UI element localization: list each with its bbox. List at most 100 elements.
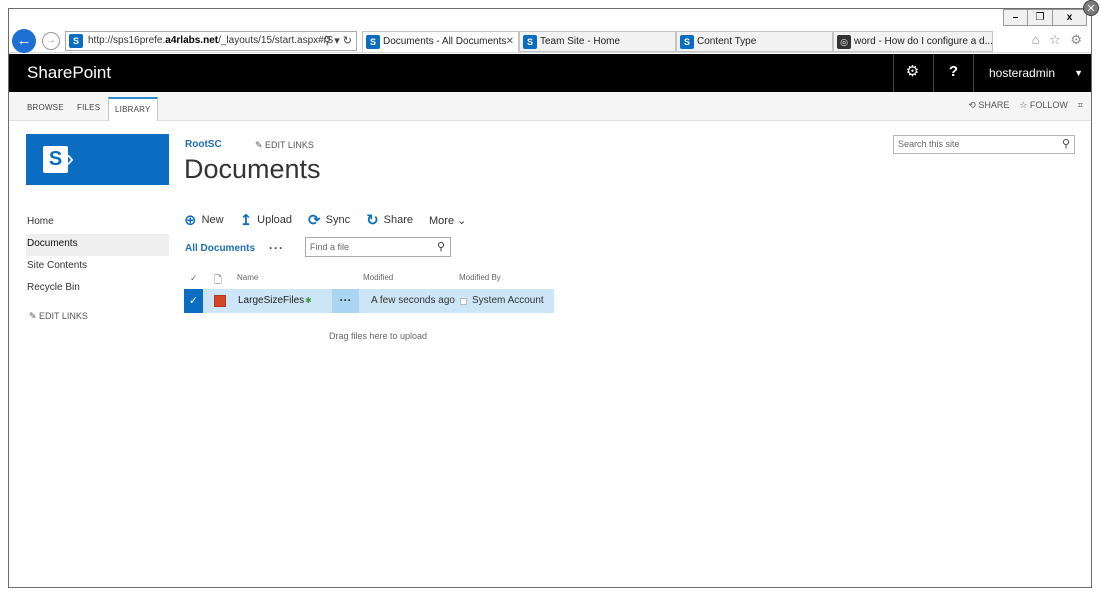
focus-on-content-icon[interactable]: ⌗	[1078, 100, 1083, 111]
user-name: hosteradmin	[989, 66, 1056, 80]
tab-close-icon[interactable]: ✕	[506, 32, 514, 51]
item-menu-button[interactable]: ···	[332, 289, 359, 313]
row-modified-by[interactable]: System Account	[472, 289, 544, 313]
settings-gear-icon[interactable]: ⚙	[893, 54, 931, 92]
share-label: Share	[383, 214, 414, 226]
search-placeholder: Search this site	[898, 139, 960, 149]
presence-icon	[460, 298, 467, 305]
tab-word-question[interactable]: ◎ word - How do I configure a d...	[833, 31, 993, 52]
close-overlay-icon[interactable]: ✕	[1083, 0, 1099, 16]
browser-window: – ❐ x ← → S http://sps16prefe.a4rlabs.ne…	[8, 8, 1092, 588]
ribbon-actions: ⟲ SHARE ☆ FOLLOW ⌗	[968, 100, 1083, 111]
sharepoint-arrow-icon: ›	[66, 145, 74, 172]
close-window-button[interactable]: x	[1053, 9, 1087, 26]
tab-label: word - How do I configure a d...	[854, 36, 993, 47]
minimize-button[interactable]: –	[1003, 9, 1028, 26]
window-controls: – ❐ x	[1003, 9, 1087, 27]
more-button[interactable]: More ⌄	[429, 214, 466, 227]
help-icon[interactable]: ?	[933, 54, 973, 92]
tab-library[interactable]: LIBRARY	[108, 97, 158, 121]
tab-browse[interactable]: BROWSE	[21, 97, 70, 121]
title-bar: – ❐ x	[9, 9, 1091, 29]
nav-item-documents[interactable]: Documents	[26, 234, 169, 256]
follow-button[interactable]: ☆ FOLLOW	[1019, 100, 1068, 111]
nav-item-recycle-bin[interactable]: Recycle Bin	[26, 278, 169, 300]
ribbon: BROWSE FILES LIBRARY ⟲ SHARE ☆ FOLLOW ⌗	[9, 92, 1091, 121]
sharepoint-logo-icon: S	[43, 146, 68, 173]
tab-files[interactable]: FILES	[71, 97, 106, 121]
address-prefix: http://sps16prefe.	[88, 35, 166, 46]
nav-edit-links[interactable]: ✎ EDIT LINKS	[29, 311, 88, 322]
nav-item-site-contents[interactable]: Site Contents	[26, 256, 169, 278]
home-favorites-settings-icons[interactable]: ⌂ ☆ ⚙	[1032, 32, 1085, 48]
breadcrumb[interactable]: RootSC	[185, 139, 222, 150]
command-bar: ⊕ New ↥ Upload ⟳ Sync ↻ Share More ⌄	[184, 209, 466, 231]
new-item-icon: ✱	[305, 296, 312, 305]
pencil-icon: ✎	[255, 140, 266, 150]
upload-button[interactable]: ↥ Upload	[240, 211, 292, 229]
user-menu[interactable]: hosteradmin ▼	[973, 54, 1091, 92]
sharepoint-favicon-icon: S	[523, 35, 537, 49]
share-button[interactable]: ⟲ SHARE	[968, 100, 1009, 111]
page-title: Documents	[184, 154, 321, 184]
more-label: More ⌄	[429, 214, 467, 227]
file-name-link[interactable]: LargeSizeFiles	[238, 289, 304, 313]
back-arrow-icon[interactable]: ←	[12, 29, 36, 53]
site-logo[interactable]: S ›	[26, 134, 169, 185]
restore-button[interactable]: ❐	[1028, 9, 1053, 26]
stackexchange-favicon-icon: ◎	[837, 35, 851, 49]
top-edit-links[interactable]: ✎ EDIT LINKS	[255, 140, 314, 151]
tab-team-site[interactable]: S Team Site - Home	[519, 31, 676, 52]
address-bar[interactable]: S http://sps16prefe.a4rlabs.net/_layouts…	[65, 31, 357, 51]
quick-launch: Home Documents Site Contents Recycle Bin	[26, 212, 169, 300]
new-label: New	[201, 214, 224, 226]
plus-circle-icon: ⊕	[184, 212, 197, 229]
find-placeholder: Find a file	[310, 242, 350, 252]
view-all-documents[interactable]: All Documents	[185, 243, 255, 254]
view-more-icon[interactable]: ···	[269, 241, 284, 255]
column-modified[interactable]: Modified	[363, 273, 393, 282]
tab-documents[interactable]: S Documents - All Documents ✕	[362, 31, 519, 52]
search-icon[interactable]: ⚲	[1062, 136, 1070, 153]
file-type-icon: 🗋	[214, 275, 223, 286]
powerpoint-file-icon	[214, 295, 226, 307]
row-modified: A few seconds ago	[371, 295, 455, 306]
browser-toolbar: ← → S http://sps16prefe.a4rlabs.net/_lay…	[9, 29, 1091, 53]
share-icon: ⟲	[968, 100, 979, 110]
pencil-icon: ✎	[29, 311, 40, 321]
upload-icon: ↥	[239, 212, 253, 229]
tab-label: Content Type	[697, 36, 757, 47]
sync-icon: ⟳	[308, 212, 321, 229]
share-command-button[interactable]: ↻ Share	[366, 211, 413, 229]
sync-label: Sync	[325, 214, 351, 226]
tab-label: Team Site - Home	[540, 36, 621, 47]
address-path: /_layouts/15/start.aspx#/S	[218, 35, 334, 46]
nav-item-home[interactable]: Home	[26, 212, 169, 234]
upload-label: Upload	[257, 214, 293, 226]
new-button[interactable]: ⊕ New	[184, 211, 224, 229]
star-icon: ☆	[1019, 100, 1030, 110]
sharepoint-favicon-icon: S	[680, 35, 694, 49]
search-input[interactable]: Search this site ⚲	[893, 135, 1075, 154]
address-bar-icons[interactable]: ⚲ ▾ ↻	[323, 32, 352, 50]
select-all-check-icon[interactable]: ✓	[190, 273, 198, 284]
table-row[interactable]: ✓ LargeSizeFiles ✱ ··· A few seconds ago…	[184, 289, 554, 313]
caret-down-icon: ▼	[1074, 68, 1083, 78]
suite-bar: SharePoint ⚙ ? hosteradmin ▼	[9, 54, 1091, 92]
sharepoint-favicon-icon: S	[69, 34, 83, 48]
forward-arrow-icon[interactable]: →	[42, 32, 60, 50]
find-file-input[interactable]: Find a file ⚲	[305, 237, 451, 257]
share-icon: ↻	[366, 212, 379, 229]
tab-label: Documents - All Documents	[383, 36, 507, 47]
column-name[interactable]: Name	[237, 273, 258, 282]
address-host: a4rlabs.net	[165, 35, 219, 46]
search-icon[interactable]: ⚲	[437, 238, 445, 256]
sync-button[interactable]: ⟳ Sync	[308, 211, 350, 229]
tab-content-type[interactable]: S Content Type	[676, 31, 833, 52]
row-checkbox[interactable]: ✓	[184, 289, 203, 313]
column-modified-by[interactable]: Modified By	[459, 273, 501, 282]
sharepoint-favicon-icon: S	[366, 35, 380, 49]
sharepoint-brand[interactable]: SharePoint	[27, 63, 111, 83]
view-selector: All Documents ···	[185, 238, 284, 258]
drop-zone: Drag files here to upload	[329, 331, 428, 341]
